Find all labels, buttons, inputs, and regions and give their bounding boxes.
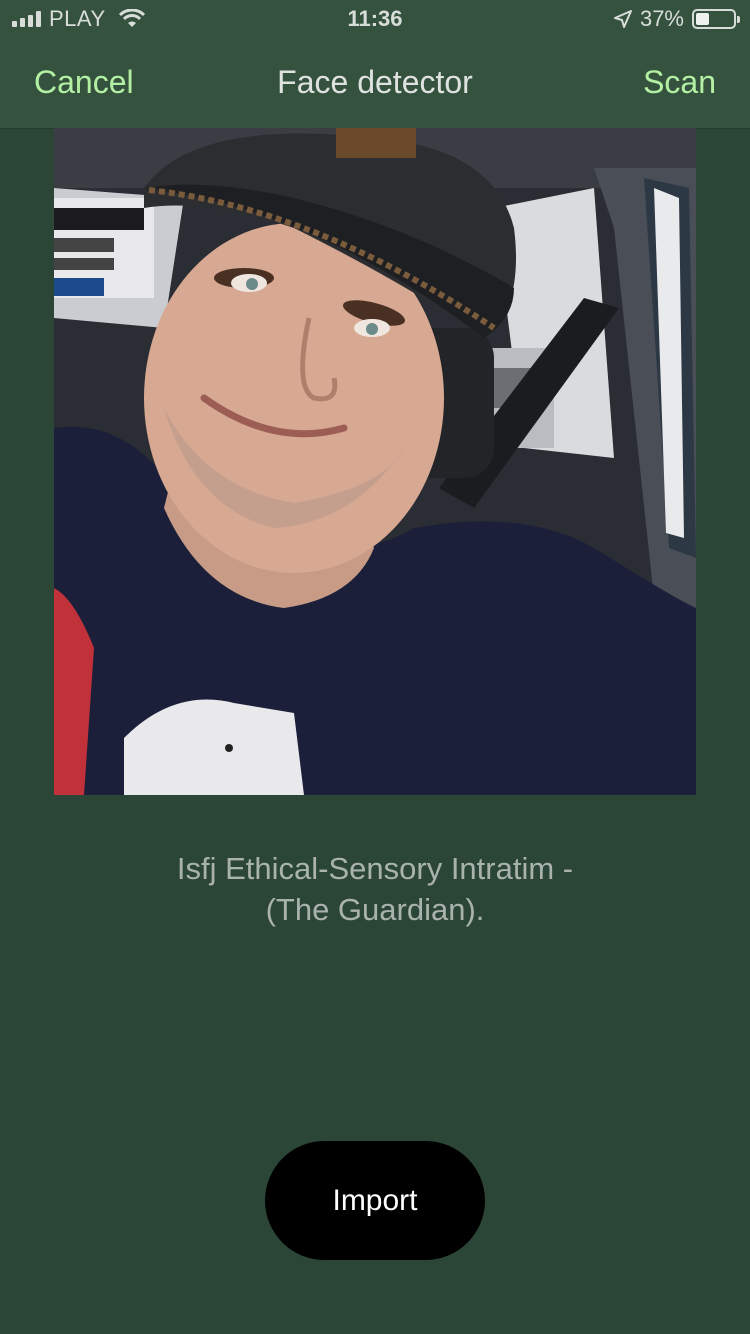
result-line-2: (The Guardian).: [265, 892, 485, 927]
page-title: Face detector: [277, 64, 473, 100]
location-arrow-icon: [613, 10, 632, 28]
navigation-bar: Cancel Face detector Scan: [0, 40, 750, 129]
result-line-1: Isfj Ethical-Sensory Intratim -: [176, 851, 574, 886]
personality-result: Isfj Ethical-Sensory Intratim - (The Gua…: [60, 848, 690, 930]
status-bar: PLAY 11:36 37%: [0, 0, 750, 40]
battery-level: [696, 13, 709, 25]
battery-tip: [737, 16, 740, 23]
selected-photo: [54, 128, 696, 795]
status-right: 37%: [613, 6, 740, 32]
scan-button[interactable]: Scan: [643, 64, 716, 101]
import-button[interactable]: Import: [265, 1141, 485, 1260]
battery-icon: [692, 9, 740, 29]
battery-percentage: 37%: [639, 6, 684, 31]
